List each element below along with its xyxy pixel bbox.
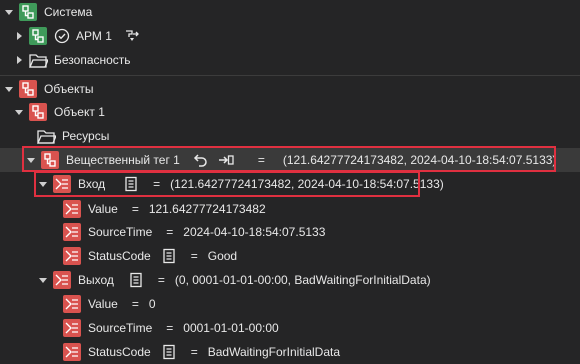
property-icon (63, 319, 81, 337)
input-icon (53, 175, 71, 193)
property-icon (63, 295, 81, 313)
equals-sign: = (190, 249, 198, 263)
document-icon[interactable] (123, 176, 139, 192)
tree-label: Выход (78, 273, 114, 287)
tree-node-system[interactable]: Система (0, 0, 580, 24)
collapse-arrow[interactable] (4, 84, 14, 94)
field-name: SourceTime (88, 225, 153, 239)
field-name: StatusCode (88, 345, 151, 359)
output-icon (53, 271, 71, 289)
tree-label: Вещественный тег 1 (66, 153, 180, 167)
tree-label: Вход (78, 177, 106, 191)
tree-node-output[interactable]: Выход = (0, 0001-01-01-00:00, BadWaiting… (0, 268, 580, 292)
object-icon (29, 103, 47, 121)
folder-icon (29, 54, 48, 68)
collapse-arrow[interactable] (4, 7, 14, 17)
property-icon (63, 247, 81, 265)
expand-arrow[interactable] (14, 55, 24, 65)
input-value: (121.64277724173482, 2024-04-10-18:54:07… (170, 177, 444, 191)
field-value: 0001-01-01-00:00 (183, 321, 279, 335)
field-value: 0 (148, 297, 156, 311)
tree-node-tag[interactable]: Вещественный тег 1 = (121.64277724173482… (0, 148, 580, 172)
field-row[interactable]: SourceTime = 0001-01-01-00:00 (0, 316, 580, 340)
field-row[interactable]: Value = 121.64277724173482 (0, 197, 580, 221)
workstation-icon (29, 27, 47, 45)
connect-icon[interactable] (124, 28, 140, 44)
field-row[interactable]: StatusCode = BadWaitingForInitialData (0, 340, 580, 364)
tree-label: Безопасность (54, 53, 131, 67)
equals-sign: = (131, 297, 139, 311)
collapse-arrow[interactable] (14, 107, 24, 117)
equals-sign: = (190, 345, 198, 359)
write-value-icon[interactable] (218, 152, 234, 168)
equals-sign: = (131, 202, 139, 216)
document-icon[interactable] (161, 344, 177, 360)
equals-sign: = (166, 321, 174, 335)
tree-node-security[interactable]: Безопасность (0, 48, 580, 72)
collapse-arrow[interactable] (26, 155, 36, 165)
objects-icon (19, 80, 37, 98)
field-name: SourceTime (88, 321, 153, 335)
collapse-arrow[interactable] (38, 275, 48, 285)
undo-icon[interactable] (192, 152, 208, 168)
divider (0, 75, 580, 76)
document-icon[interactable] (161, 248, 177, 264)
tree-node-arm[interactable]: АРМ 1 (0, 24, 580, 48)
folder-icon (37, 130, 56, 144)
field-row[interactable]: Value = 0 (0, 292, 580, 316)
field-value: 2024-04-10-18:54:07.5133 (183, 225, 326, 239)
tree-label: АРМ 1 (76, 29, 112, 43)
field-row[interactable]: SourceTime = 2024-04-10-18:54:07.5133 (0, 220, 580, 244)
tree-label: Объект 1 (54, 105, 105, 119)
field-value: BadWaitingForInitialData (207, 345, 341, 359)
output-value: (0, 0001-01-01-00:00, BadWaitingForIniti… (174, 273, 431, 287)
tag-value: (121.64277724173482, 2024-04-10-18:54:07… (282, 153, 557, 167)
property-icon (63, 343, 81, 361)
equals-sign: = (157, 273, 165, 287)
field-name: Value (88, 202, 118, 216)
system-icon (19, 3, 37, 21)
tree-node-objects[interactable]: Объекты (0, 77, 580, 101)
field-value: 121.64277724173482 (148, 202, 266, 216)
field-name: Value (88, 297, 118, 311)
tree-node-object1[interactable]: Объект 1 (0, 100, 580, 124)
tag-icon (41, 151, 59, 169)
field-value: Good (207, 249, 238, 263)
expand-arrow[interactable] (14, 31, 24, 41)
check-circle-icon (54, 28, 70, 44)
field-name: StatusCode (88, 249, 151, 263)
document-icon[interactable] (128, 272, 144, 288)
collapse-arrow[interactable] (38, 179, 48, 189)
property-icon (63, 223, 81, 241)
tree-label: Система (44, 5, 93, 19)
equals-sign: = (257, 153, 265, 167)
tree-label: Ресурсы (62, 129, 110, 143)
equals-sign: = (153, 177, 161, 191)
tree-node-resources[interactable]: Ресурсы (0, 124, 580, 148)
tree-node-input[interactable]: Вход = (121.64277724173482, 2024-04-10-1… (0, 172, 580, 196)
property-icon (63, 200, 81, 218)
equals-sign: = (166, 225, 174, 239)
field-row[interactable]: StatusCode = Good (0, 244, 580, 268)
tree-label: Объекты (44, 82, 94, 96)
